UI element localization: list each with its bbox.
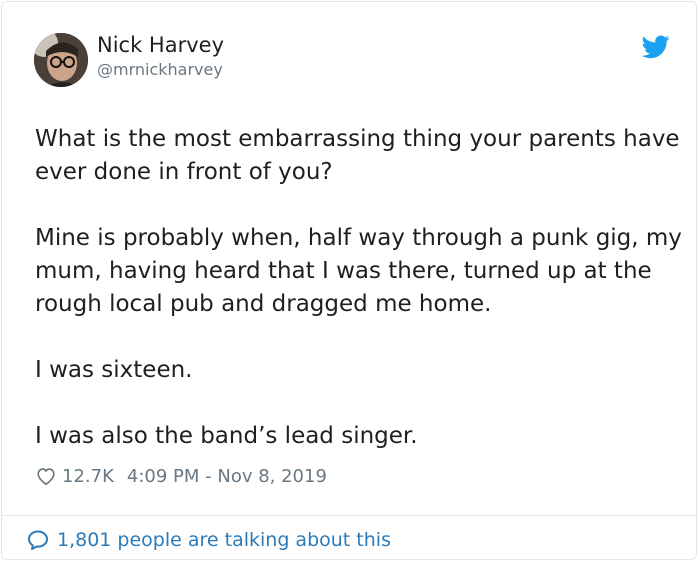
tweet-paragraph: I was also the band’s lead singer.: [35, 423, 418, 449]
tweet-card: Nick Harvey @mrnickharvey What is the mo…: [1, 1, 697, 560]
like-count[interactable]: 12.7K: [62, 466, 114, 487]
timestamp[interactable]: 4:09 PM - Nov 8, 2019: [127, 466, 327, 487]
tweet-text: What is the most embarrassing thing your…: [35, 123, 685, 453]
conversation-link[interactable]: 1,801 people are talking about this: [26, 527, 391, 553]
author-handle[interactable]: @mrnickharvey: [97, 60, 223, 79]
avatar[interactable]: [34, 33, 88, 87]
tweet-paragraph: What is the most embarrassing thing your…: [35, 126, 680, 185]
tweet-paragraph: Mine is probably when, half way through …: [35, 225, 682, 317]
divider: [2, 515, 696, 516]
author-name[interactable]: Nick Harvey: [97, 33, 224, 57]
tweet-paragraph: I was sixteen.: [35, 357, 193, 383]
tweet-meta: 12.7K 4:09 PM - Nov 8, 2019: [35, 463, 327, 489]
avatar-photo: [34, 33, 88, 87]
talking-count: 1,801 people are talking about this: [57, 529, 391, 551]
speech-bubble-icon: [28, 530, 48, 550]
twitter-bird-icon[interactable]: [642, 35, 670, 59]
heart-icon[interactable]: [35, 465, 57, 487]
